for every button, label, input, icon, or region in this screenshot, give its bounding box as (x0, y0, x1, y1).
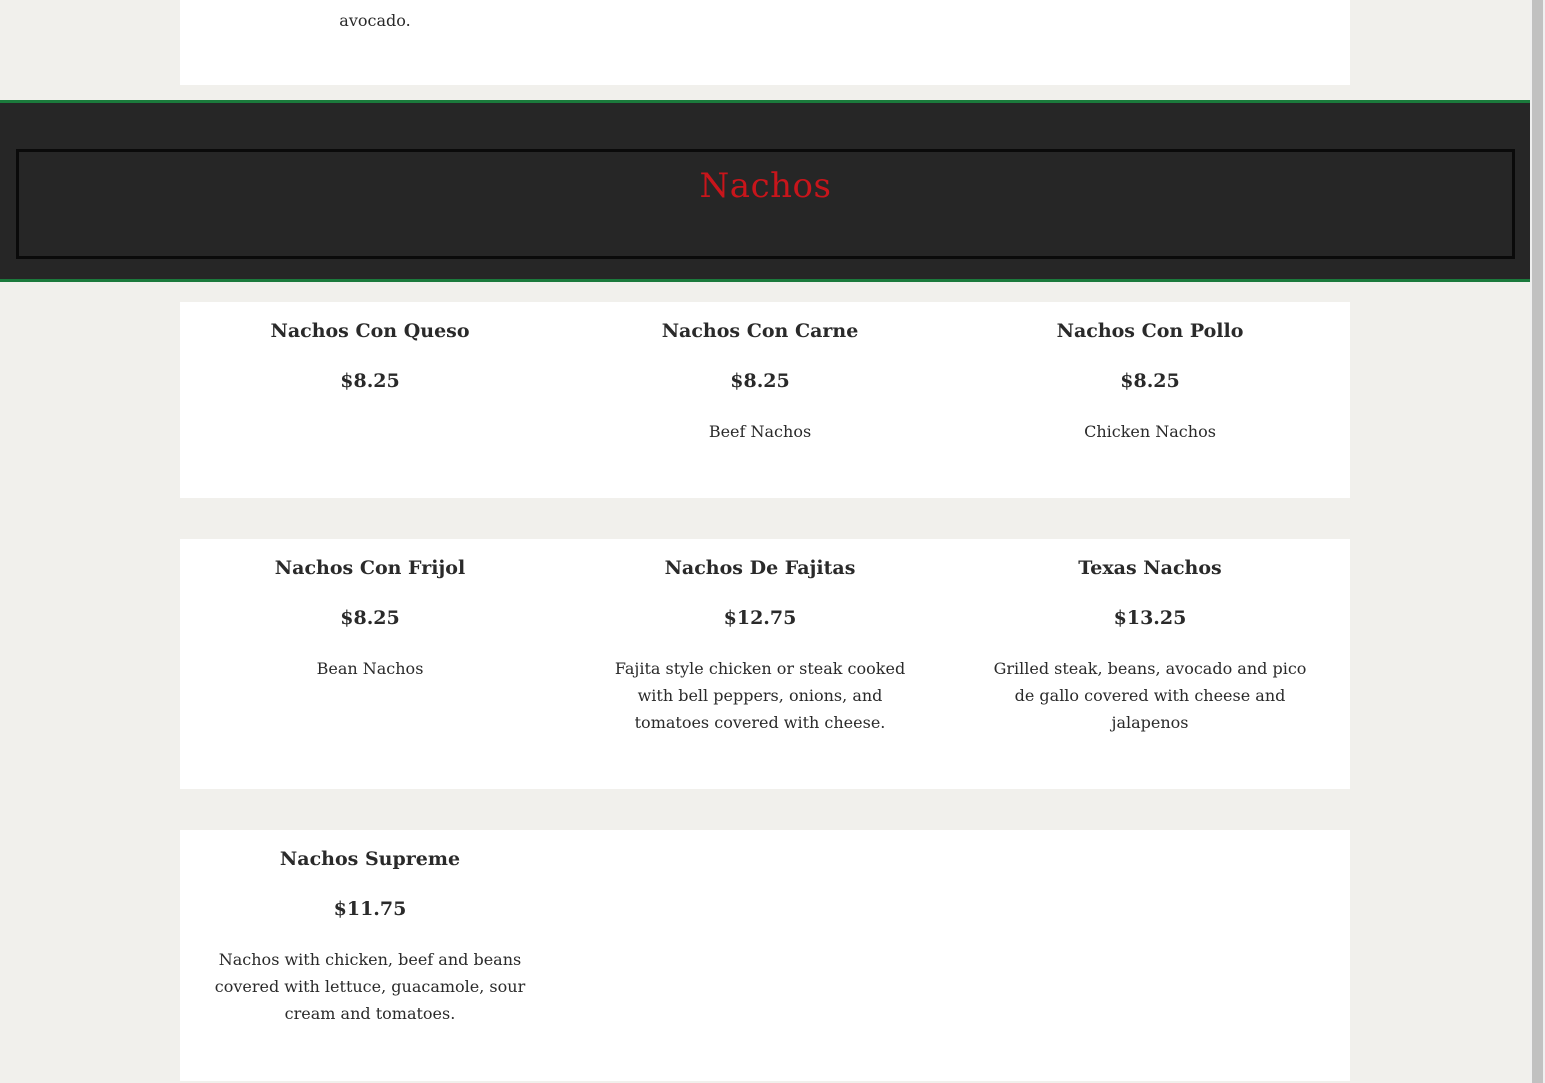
menu-item: Nachos Con Queso $8.25 (200, 302, 540, 418)
menu-item-price: $13.25 (1113, 607, 1187, 629)
previous-menu-card: avocado. (180, 0, 1350, 85)
menu-item-description: Fajita style chicken or steak cooked wit… (614, 659, 906, 732)
menu-row-2: Nachos Con Frijol $8.25 Bean Nachos Nach… (180, 539, 1350, 789)
menu-item: Texas Nachos $13.25 Grilled steak, beans… (980, 539, 1320, 736)
menu-row-3: Nachos Supreme $11.75 Nachos with chicke… (180, 830, 1350, 1081)
menu-item-name: Nachos De Fajitas (664, 557, 856, 579)
menu-row-1: Nachos Con Queso $8.25 Nachos Con Carne … (180, 302, 1350, 498)
menu-item: Nachos Supreme $11.75 Nachos with chicke… (200, 830, 540, 1027)
menu-item-description: Bean Nachos (316, 659, 424, 678)
menu-item-name: Nachos Con Queso (270, 320, 470, 342)
menu-item-name: Nachos Con Frijol (274, 557, 466, 579)
menu-item: Nachos Con Carne $8.25 Beef Nachos (590, 302, 930, 445)
menu-item-price: $8.25 (340, 607, 400, 629)
menu-item: Nachos Con Pollo $8.25 Chicken Nachos (980, 302, 1320, 445)
menu-item-price: $11.75 (333, 898, 407, 920)
menu-item-price: $8.25 (1120, 370, 1180, 392)
previous-item-description: avocado. (200, 7, 550, 34)
section-title: Nachos (699, 166, 832, 206)
menu-item-name: Nachos Con Carne (661, 320, 859, 342)
menu-item-description: Chicken Nachos (1084, 422, 1216, 441)
menu-item: Nachos Con Frijol $8.25 Bean Nachos (200, 539, 540, 682)
vertical-scrollbar[interactable] (1530, 0, 1545, 1083)
section-header-frame: Nachos (16, 149, 1515, 259)
menu-item-description: Nachos with chicken, beef and beans cove… (214, 950, 526, 1023)
menu-item-price: $8.25 (730, 370, 790, 392)
page-viewport: avocado. Nachos Nachos Con Queso $8.25 N… (0, 0, 1530, 1083)
menu-item-price: $12.75 (723, 607, 797, 629)
menu-item-description: Grilled steak, beans, avocado and pico d… (993, 659, 1307, 732)
menu-item: Nachos De Fajitas $12.75 Fajita style ch… (590, 539, 930, 736)
menu-item-name: Nachos Supreme (279, 848, 461, 870)
menu-item-name: Nachos Con Pollo (1056, 320, 1244, 342)
menu-item-name: Texas Nachos (1078, 557, 1222, 579)
section-header-band: Nachos (0, 100, 1530, 282)
menu-item-price: $8.25 (340, 370, 400, 392)
scrollbar-thumb[interactable] (1532, 0, 1543, 1083)
menu-item-description: Beef Nachos (708, 422, 812, 441)
previous-item-description-tail: avocado. (339, 11, 411, 30)
